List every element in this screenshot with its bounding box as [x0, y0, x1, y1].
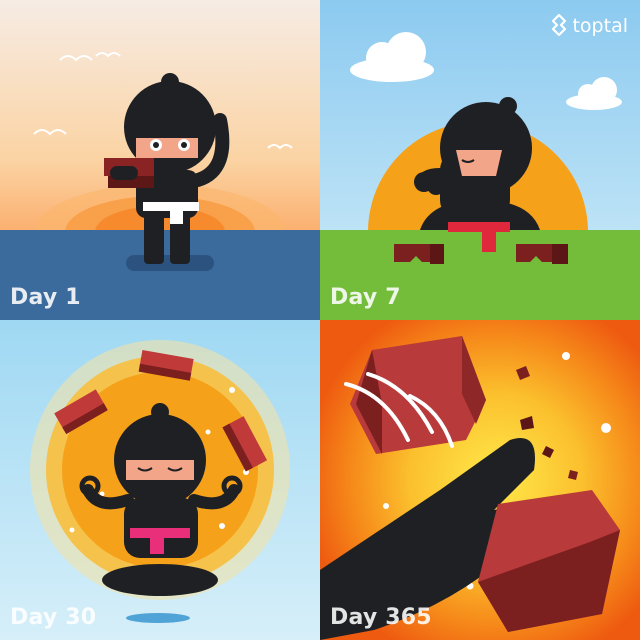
day-label: Day 365 [330, 605, 432, 630]
ninja-progress-grid: Day 1 toptal Day 7 Day 30 Day 365 [0, 0, 640, 640]
panel-day-30: Day 30 [0, 320, 320, 640]
panel-day-7: toptal Day 7 [320, 0, 640, 320]
toptal-logo-icon [552, 14, 567, 37]
day-1-illustration [0, 0, 320, 320]
day-label: Day 1 [10, 285, 81, 310]
panel-day-1: Day 1 [0, 0, 320, 320]
day-365-illustration [320, 320, 640, 640]
brand-name: toptal [572, 15, 628, 37]
brand-logo[interactable]: toptal [550, 12, 628, 40]
day-7-illustration [320, 0, 640, 320]
day-label: Day 30 [10, 605, 97, 630]
day-30-illustration [0, 320, 320, 640]
panel-day-365: Day 365 [320, 320, 640, 640]
day-label: Day 7 [330, 285, 401, 310]
